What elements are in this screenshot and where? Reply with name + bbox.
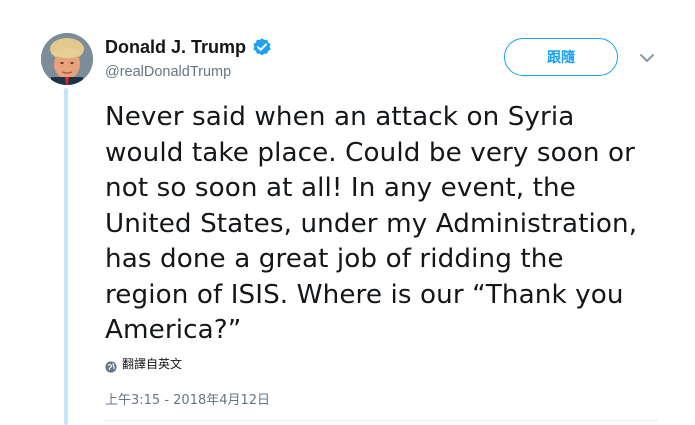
tweet-text: Never said when an attack on Syria would… bbox=[105, 102, 638, 345]
avatar-image bbox=[41, 33, 93, 85]
tweet-timestamp[interactable]: 上午3:15 - 2018年4月12日 bbox=[105, 389, 270, 408]
author-handle[interactable]: @realDonaldTrump bbox=[105, 64, 231, 80]
chevron-down-icon[interactable] bbox=[638, 50, 656, 64]
divider bbox=[105, 420, 658, 421]
thread-line bbox=[64, 88, 68, 425]
follow-button[interactable]: 跟隨 bbox=[504, 38, 618, 76]
globe-icon bbox=[105, 358, 117, 373]
translate-tweet-link[interactable]: 翻譯自英文 bbox=[105, 355, 182, 373]
translate-label[interactable]: 翻譯自英文 bbox=[122, 355, 182, 372]
display-name[interactable]: Donald J. Trump bbox=[105, 37, 246, 58]
author-name-row[interactable]: Donald J. Trump bbox=[105, 36, 272, 58]
avatar[interactable] bbox=[41, 33, 93, 85]
verified-badge-icon bbox=[252, 37, 272, 57]
